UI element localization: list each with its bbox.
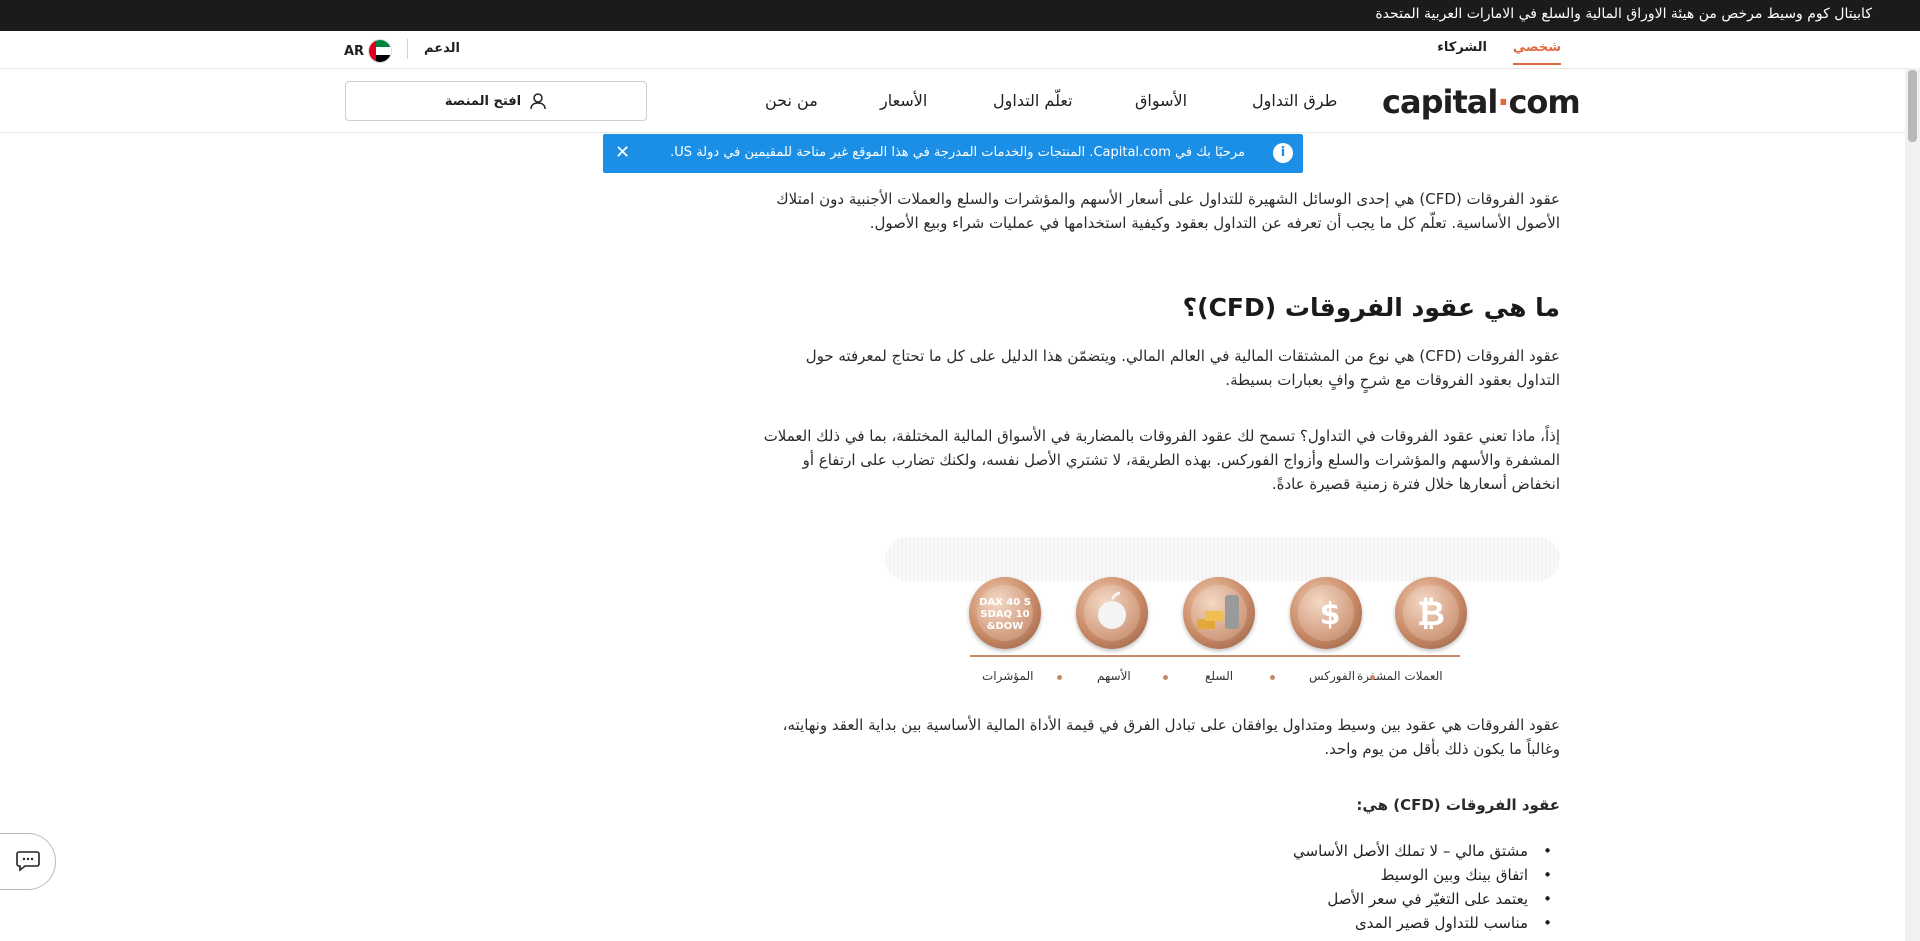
- page-scrollbar[interactable]: [1905, 68, 1920, 941]
- svg-text:&DOW: &DOW: [987, 621, 1024, 632]
- market-bullet: [1057, 675, 1062, 680]
- market-label-indices: المؤشرات: [982, 669, 1034, 683]
- capital-logo[interactable]: capital·com: [1382, 83, 1581, 121]
- definition-paragraph: عقود الفروقات (CFD) هي نوع من المشتقات ا…: [805, 347, 1560, 389]
- nav-ways-to-trade[interactable]: طرق التداول: [1252, 91, 1337, 110]
- market-bullet: [1270, 675, 1275, 680]
- tab-partners[interactable]: الشركاء: [1437, 40, 1487, 55]
- nav-about-us[interactable]: من نحن: [765, 91, 818, 110]
- chat-button[interactable]: [0, 833, 56, 890]
- support-link[interactable]: الدعم: [424, 41, 460, 56]
- article-body: عقود الفروقات (CFD) هي إحدى الوسائل الشه…: [760, 180, 1560, 496]
- svg-text:SDAQ 10: SDAQ 10: [980, 609, 1029, 620]
- cfd-features-list: مشتق مالي – لا تملك الأصل الأساسي اتفاق …: [760, 839, 1560, 935]
- apple-stock-coin-icon: [1076, 577, 1148, 649]
- svg-text:$: $: [1320, 597, 1341, 632]
- main-header: capital·com طرق التداول الأسواق تعلّم ال…: [0, 69, 1905, 133]
- intro-paragraph: عقود الفروقات (CFD) هي إحدى الوسائل الشه…: [776, 190, 1560, 232]
- list-item: اتفاق بينك وبين الوسيط: [760, 863, 1560, 887]
- region-notice-text: مرحبًا بك في Capital.com. المنتجات والخد…: [670, 145, 1245, 160]
- regulatory-text: كابيتال كوم وسيط مرخص من هيئة الاوراق ال…: [1375, 6, 1872, 22]
- article-body-lower: عقود الفروقات هي عقود بين وسيط ومتداول ي…: [760, 713, 1560, 935]
- info-icon: i: [1273, 143, 1293, 163]
- scrollbar-thumb[interactable]: [1908, 70, 1917, 142]
- cfd-contract-paragraph: عقود الفروقات هي عقود بين وسيط ومتداول ي…: [782, 716, 1560, 758]
- explanation-paragraph: إذاً، ماذا تعني عقود الفروقات في التداول…: [763, 427, 1560, 493]
- user-icon: [530, 93, 546, 110]
- svg-text:₿: ₿: [1417, 594, 1445, 634]
- markets-illustration: ₿ $ DAX 40 S SDAQ 10 &DOW العملات المشفرة …: [885, 537, 1560, 692]
- decorative-band: [885, 537, 1560, 581]
- language-selector[interactable]: AR: [344, 39, 393, 63]
- audience-nav: شخصي الشركاء الدعم AR: [0, 31, 1905, 69]
- chat-icon: [16, 851, 40, 872]
- language-code: AR: [344, 43, 365, 59]
- region-notice-banner: ✕ مرحبًا بك في Capital.com. المنتجات وال…: [603, 134, 1303, 173]
- market-label-commodities: السلع: [1205, 669, 1234, 683]
- nav-prices[interactable]: الأسعار: [880, 91, 927, 110]
- nav-learn-trading[interactable]: تعلّم التداول: [993, 91, 1073, 110]
- market-label-forex: الفوركس: [1309, 669, 1356, 683]
- markets-divider-line: [970, 655, 1460, 657]
- list-item: مشتق مالي – لا تملك الأصل الأساسي: [760, 839, 1560, 863]
- close-icon[interactable]: ✕: [615, 142, 630, 163]
- regulatory-bar: كابيتال كوم وسيط مرخص من هيئة الاوراق ال…: [0, 0, 1920, 31]
- tab-personal[interactable]: شخصي: [1512, 40, 1562, 65]
- market-label-stocks: الأسهم: [1097, 669, 1131, 683]
- list-item: مناسب للتداول قصير المدى: [760, 911, 1560, 935]
- market-bullet: [1370, 675, 1375, 680]
- indices-coin-icon: DAX 40 S SDAQ 10 &DOW: [969, 577, 1041, 649]
- cfd-list-heading: عقود الفروقات (CFD) هي:: [1356, 796, 1560, 814]
- nav-markets[interactable]: الأسواق: [1135, 91, 1187, 110]
- forex-coin-icon: $: [1290, 577, 1362, 649]
- commodities-coin-icon: [1183, 577, 1255, 649]
- page-title: ما هي عقود الفروقات (CFD)؟: [1182, 293, 1560, 322]
- open-platform-label: افتح المنصة: [444, 93, 522, 109]
- svg-text:DAX 40 S: DAX 40 S: [979, 597, 1031, 608]
- open-platform-button[interactable]: افتح المنصة: [345, 81, 647, 121]
- divider: [407, 39, 408, 59]
- market-bullet: [1163, 675, 1168, 680]
- uae-flag-icon: [368, 39, 393, 63]
- list-item: يعتمد على التغيّر في سعر الأصل: [760, 887, 1560, 911]
- bitcoin-coin-icon: ₿: [1395, 577, 1467, 649]
